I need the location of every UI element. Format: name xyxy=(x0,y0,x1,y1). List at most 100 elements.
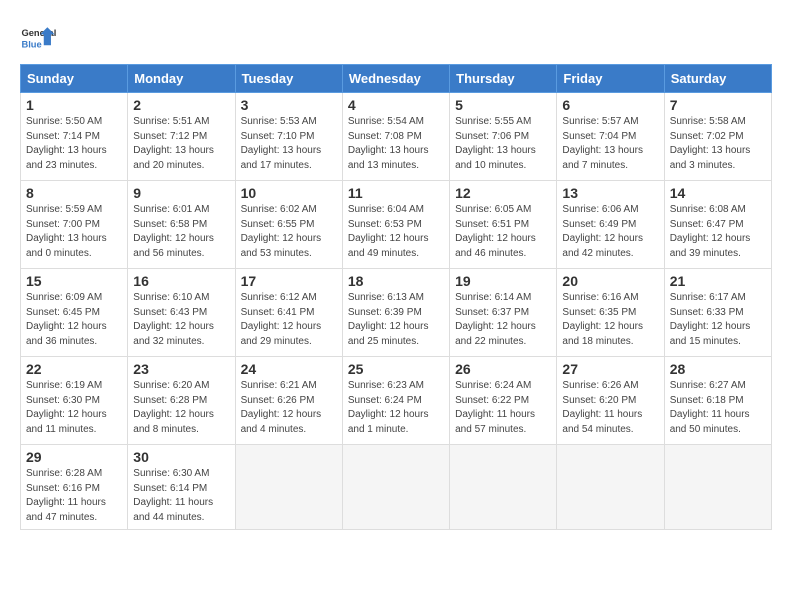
day-info: Sunrise: 6:26 AM Sunset: 6:20 PM Dayligh… xyxy=(562,379,658,437)
day-number: 9 xyxy=(133,185,229,201)
day-number: 15 xyxy=(26,273,122,289)
day-number: 19 xyxy=(455,273,551,289)
weekday-header-saturday: Saturday xyxy=(664,65,771,93)
day-number: 6 xyxy=(562,97,658,113)
calendar-day-cell: 30 Sunrise: 6:30 AM Sunset: 6:14 PM Dayl… xyxy=(128,445,235,530)
calendar-day-cell: 23 Sunrise: 6:20 AM Sunset: 6:28 PM Dayl… xyxy=(128,357,235,445)
day-info: Sunrise: 6:16 AM Sunset: 6:35 PM Dayligh… xyxy=(562,291,658,349)
day-info: Sunrise: 5:51 AM Sunset: 7:12 PM Dayligh… xyxy=(133,115,229,173)
calendar-day-cell: 19 Sunrise: 6:14 AM Sunset: 6:37 PM Dayl… xyxy=(450,269,557,357)
calendar-week-row: 22 Sunrise: 6:19 AM Sunset: 6:30 PM Dayl… xyxy=(21,357,772,445)
day-info: Sunrise: 6:24 AM Sunset: 6:22 PM Dayligh… xyxy=(455,379,551,437)
calendar-week-row: 1 Sunrise: 5:50 AM Sunset: 7:14 PM Dayli… xyxy=(21,93,772,181)
calendar-day-cell: 5 Sunrise: 5:55 AM Sunset: 7:06 PM Dayli… xyxy=(450,93,557,181)
day-number: 4 xyxy=(348,97,444,113)
logo-icon: General Blue xyxy=(20,20,56,56)
calendar-day-cell xyxy=(664,445,771,530)
calendar-day-cell: 18 Sunrise: 6:13 AM Sunset: 6:39 PM Dayl… xyxy=(342,269,449,357)
weekday-header-thursday: Thursday xyxy=(450,65,557,93)
day-number: 17 xyxy=(241,273,337,289)
day-info: Sunrise: 5:54 AM Sunset: 7:08 PM Dayligh… xyxy=(348,115,444,173)
calendar-day-cell: 13 Sunrise: 6:06 AM Sunset: 6:49 PM Dayl… xyxy=(557,181,664,269)
day-info: Sunrise: 6:19 AM Sunset: 6:30 PM Dayligh… xyxy=(26,379,122,437)
calendar-day-cell xyxy=(557,445,664,530)
day-info: Sunrise: 6:02 AM Sunset: 6:55 PM Dayligh… xyxy=(241,203,337,261)
calendar-day-cell: 4 Sunrise: 5:54 AM Sunset: 7:08 PM Dayli… xyxy=(342,93,449,181)
day-info: Sunrise: 5:59 AM Sunset: 7:00 PM Dayligh… xyxy=(26,203,122,261)
day-info: Sunrise: 5:55 AM Sunset: 7:06 PM Dayligh… xyxy=(455,115,551,173)
day-number: 29 xyxy=(26,449,122,465)
weekday-header-tuesday: Tuesday xyxy=(235,65,342,93)
day-number: 7 xyxy=(670,97,766,113)
day-number: 20 xyxy=(562,273,658,289)
day-info: Sunrise: 6:17 AM Sunset: 6:33 PM Dayligh… xyxy=(670,291,766,349)
day-number: 16 xyxy=(133,273,229,289)
day-number: 23 xyxy=(133,361,229,377)
day-number: 27 xyxy=(562,361,658,377)
day-number: 10 xyxy=(241,185,337,201)
day-info: Sunrise: 6:06 AM Sunset: 6:49 PM Dayligh… xyxy=(562,203,658,261)
calendar-day-cell: 14 Sunrise: 6:08 AM Sunset: 6:47 PM Dayl… xyxy=(664,181,771,269)
calendar-day-cell: 25 Sunrise: 6:23 AM Sunset: 6:24 PM Dayl… xyxy=(342,357,449,445)
calendar-day-cell: 29 Sunrise: 6:28 AM Sunset: 6:16 PM Dayl… xyxy=(21,445,128,530)
day-info: Sunrise: 5:57 AM Sunset: 7:04 PM Dayligh… xyxy=(562,115,658,173)
weekday-header-wednesday: Wednesday xyxy=(342,65,449,93)
calendar-day-cell: 11 Sunrise: 6:04 AM Sunset: 6:53 PM Dayl… xyxy=(342,181,449,269)
day-number: 28 xyxy=(670,361,766,377)
day-number: 22 xyxy=(26,361,122,377)
calendar-day-cell: 6 Sunrise: 5:57 AM Sunset: 7:04 PM Dayli… xyxy=(557,93,664,181)
day-number: 1 xyxy=(26,97,122,113)
calendar-day-cell: 1 Sunrise: 5:50 AM Sunset: 7:14 PM Dayli… xyxy=(21,93,128,181)
calendar-day-cell: 12 Sunrise: 6:05 AM Sunset: 6:51 PM Dayl… xyxy=(450,181,557,269)
calendar-day-cell: 27 Sunrise: 6:26 AM Sunset: 6:20 PM Dayl… xyxy=(557,357,664,445)
weekday-header-monday: Monday xyxy=(128,65,235,93)
day-number: 13 xyxy=(562,185,658,201)
calendar-day-cell: 17 Sunrise: 6:12 AM Sunset: 6:41 PM Dayl… xyxy=(235,269,342,357)
calendar-day-cell: 15 Sunrise: 6:09 AM Sunset: 6:45 PM Dayl… xyxy=(21,269,128,357)
day-info: Sunrise: 5:53 AM Sunset: 7:10 PM Dayligh… xyxy=(241,115,337,173)
calendar-day-cell: 9 Sunrise: 6:01 AM Sunset: 6:58 PM Dayli… xyxy=(128,181,235,269)
day-info: Sunrise: 6:20 AM Sunset: 6:28 PM Dayligh… xyxy=(133,379,229,437)
header: General Blue xyxy=(20,20,772,56)
day-info: Sunrise: 6:13 AM Sunset: 6:39 PM Dayligh… xyxy=(348,291,444,349)
calendar-table: SundayMondayTuesdayWednesdayThursdayFrid… xyxy=(20,64,772,530)
weekday-header-sunday: Sunday xyxy=(21,65,128,93)
day-number: 18 xyxy=(348,273,444,289)
calendar-week-row: 8 Sunrise: 5:59 AM Sunset: 7:00 PM Dayli… xyxy=(21,181,772,269)
day-info: Sunrise: 6:21 AM Sunset: 6:26 PM Dayligh… xyxy=(241,379,337,437)
day-number: 24 xyxy=(241,361,337,377)
day-number: 25 xyxy=(348,361,444,377)
svg-text:Blue: Blue xyxy=(21,39,41,49)
day-info: Sunrise: 6:23 AM Sunset: 6:24 PM Dayligh… xyxy=(348,379,444,437)
day-info: Sunrise: 6:14 AM Sunset: 6:37 PM Dayligh… xyxy=(455,291,551,349)
day-info: Sunrise: 6:01 AM Sunset: 6:58 PM Dayligh… xyxy=(133,203,229,261)
day-number: 11 xyxy=(348,185,444,201)
calendar-day-cell: 22 Sunrise: 6:19 AM Sunset: 6:30 PM Dayl… xyxy=(21,357,128,445)
calendar-day-cell xyxy=(342,445,449,530)
calendar-day-cell xyxy=(450,445,557,530)
weekday-header-friday: Friday xyxy=(557,65,664,93)
calendar-day-cell: 2 Sunrise: 5:51 AM Sunset: 7:12 PM Dayli… xyxy=(128,93,235,181)
day-info: Sunrise: 6:28 AM Sunset: 6:16 PM Dayligh… xyxy=(26,467,122,525)
calendar-day-cell: 10 Sunrise: 6:02 AM Sunset: 6:55 PM Dayl… xyxy=(235,181,342,269)
day-info: Sunrise: 5:58 AM Sunset: 7:02 PM Dayligh… xyxy=(670,115,766,173)
calendar-day-cell: 16 Sunrise: 6:10 AM Sunset: 6:43 PM Dayl… xyxy=(128,269,235,357)
day-info: Sunrise: 6:30 AM Sunset: 6:14 PM Dayligh… xyxy=(133,467,229,525)
calendar-day-cell: 20 Sunrise: 6:16 AM Sunset: 6:35 PM Dayl… xyxy=(557,269,664,357)
day-number: 2 xyxy=(133,97,229,113)
day-number: 3 xyxy=(241,97,337,113)
calendar-week-row: 29 Sunrise: 6:28 AM Sunset: 6:16 PM Dayl… xyxy=(21,445,772,530)
calendar-day-cell: 21 Sunrise: 6:17 AM Sunset: 6:33 PM Dayl… xyxy=(664,269,771,357)
calendar-day-cell: 7 Sunrise: 5:58 AM Sunset: 7:02 PM Dayli… xyxy=(664,93,771,181)
weekday-header-row: SundayMondayTuesdayWednesdayThursdayFrid… xyxy=(21,65,772,93)
calendar-week-row: 15 Sunrise: 6:09 AM Sunset: 6:45 PM Dayl… xyxy=(21,269,772,357)
day-info: Sunrise: 6:09 AM Sunset: 6:45 PM Dayligh… xyxy=(26,291,122,349)
day-info: Sunrise: 5:50 AM Sunset: 7:14 PM Dayligh… xyxy=(26,115,122,173)
day-info: Sunrise: 6:05 AM Sunset: 6:51 PM Dayligh… xyxy=(455,203,551,261)
day-info: Sunrise: 6:10 AM Sunset: 6:43 PM Dayligh… xyxy=(133,291,229,349)
calendar-day-cell: 3 Sunrise: 5:53 AM Sunset: 7:10 PM Dayli… xyxy=(235,93,342,181)
calendar-day-cell: 8 Sunrise: 5:59 AM Sunset: 7:00 PM Dayli… xyxy=(21,181,128,269)
day-number: 26 xyxy=(455,361,551,377)
calendar-day-cell: 24 Sunrise: 6:21 AM Sunset: 6:26 PM Dayl… xyxy=(235,357,342,445)
day-number: 30 xyxy=(133,449,229,465)
